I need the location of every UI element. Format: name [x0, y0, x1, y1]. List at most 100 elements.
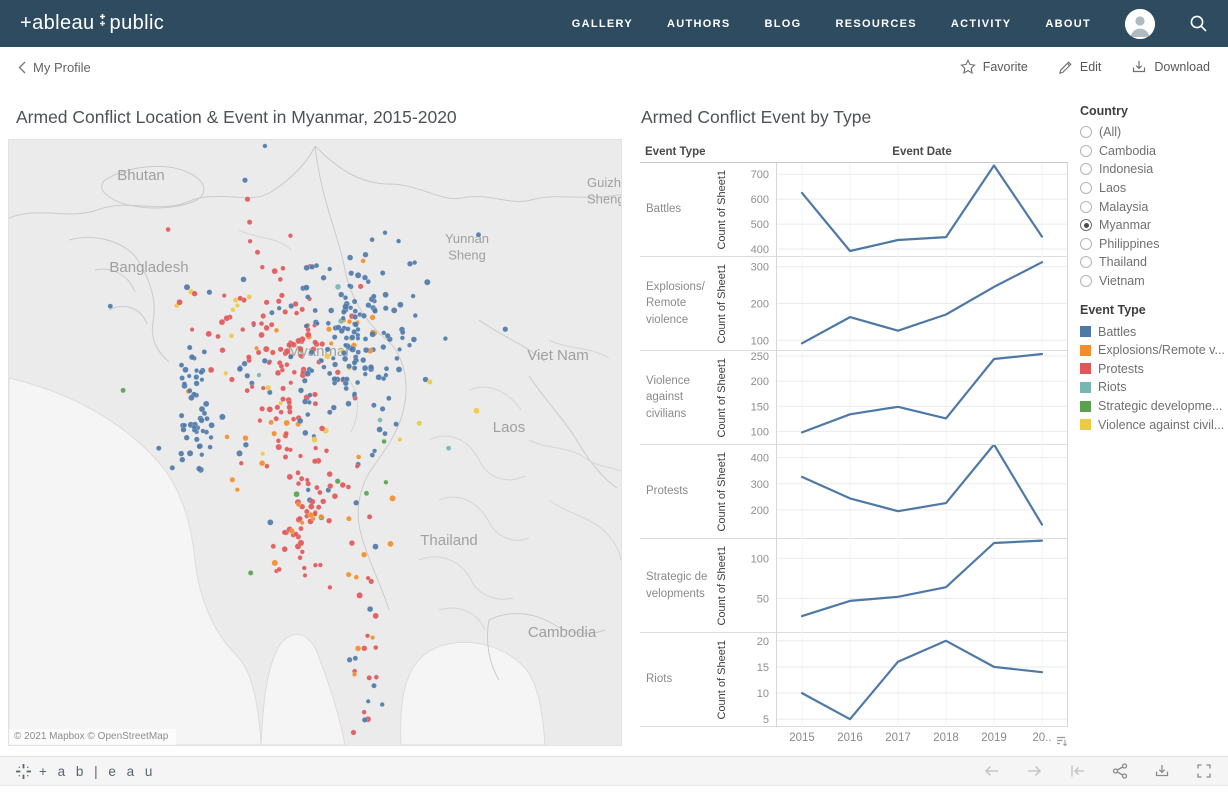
svg-text:10: 10 — [757, 688, 769, 700]
x-tick-2016: 2016 — [837, 732, 863, 744]
event-type-header: Event Type — [640, 146, 776, 158]
svg-text:200: 200 — [751, 298, 769, 310]
back-to-profile-link[interactable]: My Profile — [18, 60, 91, 75]
svg-text:700: 700 — [751, 169, 769, 181]
nav-item-authors[interactable]: AUTHORS — [667, 18, 731, 30]
radio-country-all[interactable]: (All) — [1080, 123, 1226, 142]
edit-button[interactable]: Edit — [1058, 60, 1102, 75]
radio-label: Vietnam — [1099, 274, 1145, 288]
row-label-battles: Battles — [640, 163, 712, 256]
radio-country-thailand[interactable]: Thailand — [1080, 253, 1226, 272]
line-plot-explosions-remote-violence[interactable]: 100200300 — [732, 257, 1068, 351]
chart-column-headers: Event Type Event Date — [640, 142, 1068, 163]
svg-text:20: 20 — [757, 636, 769, 648]
radio-country-malaysia[interactable]: Malaysia — [1080, 197, 1226, 216]
x-axis: 2015201620172018201920.. — [776, 727, 1068, 753]
y-axis-title: Count of Sheet1 — [712, 351, 732, 444]
nav-item-blog[interactable]: BLOG — [765, 18, 802, 30]
radio-icon — [1080, 145, 1092, 157]
nav-item-about[interactable]: ABOUT — [1045, 18, 1091, 30]
radio-country-cambodia[interactable]: Cambodia — [1080, 142, 1226, 161]
radio-icon — [1080, 182, 1092, 194]
avatar[interactable] — [1125, 9, 1155, 39]
line-plot-violence-against-civilians[interactable]: 100150200250 — [732, 351, 1068, 445]
y-axis-title: Count of Sheet1 — [712, 163, 732, 256]
legend-swatch-icon — [1080, 419, 1091, 430]
map-attribution[interactable]: © 2021 Mapbox © OpenStreetMap — [9, 729, 176, 745]
radio-icon — [1080, 238, 1092, 250]
line-plot-battles[interactable]: 400500600700 — [732, 163, 1068, 257]
tableau-public-logo[interactable]: +ableau public — [20, 12, 164, 35]
legend-item-violence-against-civil[interactable]: Violence against civil... — [1080, 415, 1226, 434]
svg-text:100: 100 — [751, 553, 769, 565]
legend-item-explosions-remote-v[interactable]: Explosions/Remote v... — [1080, 341, 1226, 360]
viz-controls — [983, 763, 1212, 779]
favorite-label: Favorite — [983, 60, 1028, 74]
country-radio-list: (All) Cambodia IndonesiaLaosMalaysiaMyanma… — [1080, 123, 1226, 290]
line-plot-strategic-developments[interactable]: 50 100 — [732, 539, 1068, 633]
map-label-bangladesh: Bangladesh — [109, 259, 188, 276]
svg-text:50: 50 — [757, 593, 769, 605]
tableau-logo[interactable]: + a b | e a u — [16, 764, 156, 779]
legend-label: Violence against civil... — [1098, 418, 1224, 432]
event-type-legend: BattlesExplosions/Remote v... Protests Rio… — [1080, 322, 1226, 434]
x-tick-2018: 2018 — [933, 732, 959, 744]
share-icon[interactable] — [1112, 763, 1128, 779]
right-panel: Country (All)CambodiaIndonesiaLaosMalays… — [1080, 104, 1226, 434]
undo-icon[interactable] — [983, 764, 1000, 778]
chart-row-violence-against-civilians: ViolenceagainstciviliansCount of Sheet11… — [640, 351, 1068, 445]
legend-item-protests[interactable]: Protests — [1080, 360, 1226, 379]
radio-label: Philippines — [1099, 237, 1159, 251]
chart-row-riots: RiotsCount of Sheet15101520 — [640, 633, 1068, 727]
sort-icon[interactable] — [1056, 734, 1067, 752]
legend-item-strategic-developme[interactable]: Strategic developme... — [1080, 397, 1226, 416]
radio-country-philippines[interactable]: Philippines — [1080, 235, 1226, 254]
legend-swatch-icon — [1080, 382, 1091, 393]
chart-row-strategic-developments: Strategic developmentsCount of Sheet1501… — [640, 539, 1068, 633]
bottom-toolbar: + a b | e a u — [0, 756, 1228, 786]
fullscreen-icon[interactable] — [1196, 763, 1212, 779]
radio-country-myanmar[interactable]: Myanmar — [1080, 216, 1226, 235]
radio-label: Cambodia — [1099, 144, 1156, 158]
search-icon[interactable] — [1189, 14, 1208, 33]
logo-text-left: +ableau — [20, 12, 95, 35]
chart-row-protests: ProtestsCount of Sheet1200300400 — [640, 445, 1068, 539]
redo-icon[interactable] — [1026, 764, 1043, 778]
chart-title: Armed Conflict Event by Type — [641, 107, 871, 128]
x-tick-2017: 2017 — [885, 732, 911, 744]
radio-country-indonesia[interactable]: Indonesia — [1080, 160, 1226, 179]
legend-item-riots[interactable]: Riots — [1080, 378, 1226, 397]
chart-row-explosions-remote-violence: Explosions/RemoteviolenceCount of Sheet1… — [640, 257, 1068, 351]
radio-country-vietnam[interactable]: Vietnam — [1080, 272, 1226, 291]
reset-icon[interactable] — [1069, 764, 1086, 778]
province-borders — [239, 230, 622, 630]
legend-label: Protests — [1098, 362, 1144, 376]
radio-country-laos[interactable]: Laos — [1080, 179, 1226, 198]
map-canvas[interactable]: BhutanBangladeshMyanmarYunnanShengGuizho… — [8, 139, 622, 746]
radio-icon — [1080, 275, 1092, 287]
radio-icon — [1080, 163, 1092, 175]
map-label-laos: Laos — [493, 419, 526, 436]
nav-item-resources[interactable]: RESOURCES — [835, 18, 916, 30]
tableau-mark-icon — [16, 764, 31, 779]
logo-text-right: public — [110, 12, 165, 35]
favorite-button[interactable]: Favorite — [960, 59, 1028, 75]
radio-selected-icon — [1080, 219, 1092, 231]
line-plot-protests[interactable]: 200300400 — [732, 445, 1068, 539]
x-tick-2015: 2015 — [789, 732, 815, 744]
tableau-wordmark: + a b | e a u — [39, 764, 156, 779]
legend-label: Strategic developme... — [1098, 399, 1222, 413]
radio-icon — [1080, 126, 1092, 138]
y-axis-title: Count of Sheet1 — [712, 257, 732, 350]
download-button[interactable]: Download — [1131, 60, 1210, 75]
nav-item-gallery[interactable]: GALLERY — [572, 18, 633, 30]
legend-item-battles[interactable]: Battles — [1080, 322, 1226, 341]
chevron-left-icon — [18, 61, 26, 74]
download-icon[interactable] — [1154, 764, 1170, 779]
svg-text:300: 300 — [751, 262, 769, 274]
chart-row-battles: BattlesCount of Sheet1400500600700 — [640, 163, 1068, 257]
svg-text:200: 200 — [751, 376, 769, 388]
nav-item-activity[interactable]: ACTIVITY — [951, 18, 1012, 30]
map-label-bhutan: Bhutan — [117, 167, 165, 184]
line-plot-riots[interactable]: 5101520 — [732, 633, 1068, 727]
